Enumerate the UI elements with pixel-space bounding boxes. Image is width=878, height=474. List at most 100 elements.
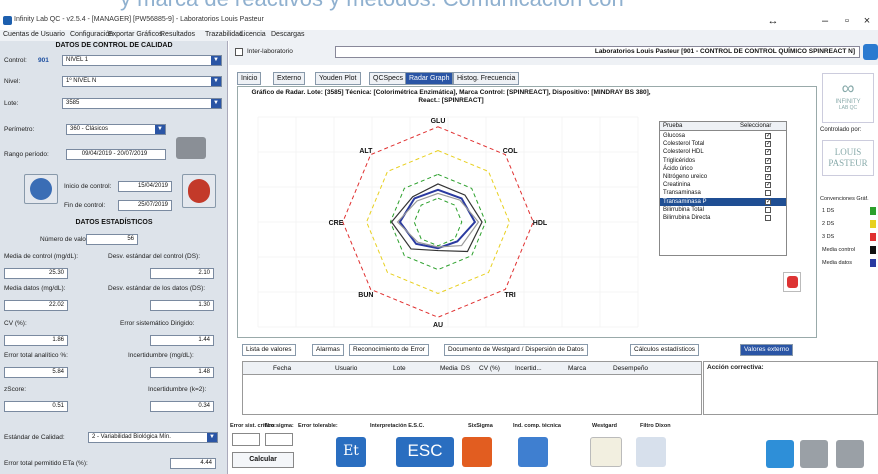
test-name: Nitrógeno ureico <box>663 174 708 180</box>
test-checkbox[interactable]: ✓ <box>765 165 771 172</box>
mean-lab-field: 22.02 <box>4 300 68 311</box>
close-button[interactable]: × <box>858 15 876 27</box>
legend-label: Media datos <box>822 260 852 266</box>
sixsigma-icon[interactable] <box>462 437 492 467</box>
bottom-tab-2[interactable]: Reconocimiento de Error <box>349 344 429 356</box>
test-row[interactable]: Colesterol HDL ✓ <box>660 148 786 156</box>
maximize-button[interactable]: ▫ <box>838 15 856 27</box>
test-row[interactable]: Ácido úrico ✓ <box>660 165 786 173</box>
menu-item[interactable]: Configuración <box>70 31 113 38</box>
test-checkbox[interactable]: ✓ <box>765 149 771 156</box>
test-row[interactable]: Transaminasa P ✓ <box>660 197 786 206</box>
grid-col-header[interactable]: CV (%) <box>479 365 500 372</box>
title-bar: Infinity Lab QC - v2.5.4 - [MANAGER] [PW… <box>0 12 878 30</box>
westgard-icon[interactable] <box>590 437 622 467</box>
pdf-export-button[interactable] <box>783 272 801 292</box>
control-select[interactable]: NIVEL 1 ▼ <box>62 55 222 66</box>
results-grid-body[interactable] <box>242 375 702 415</box>
cv-lab-field: 1.44 <box>150 335 214 346</box>
tab-0[interactable]: Inicio <box>237 72 262 85</box>
quality-standard-select[interactable]: 2 - Variabilidad Biológica Mín. ▼ <box>88 432 218 443</box>
test-checkbox[interactable]: ✓ <box>765 174 771 180</box>
report-icon[interactable] <box>800 440 828 468</box>
test-name: Bilirrubina Total <box>663 206 704 213</box>
calculate-button[interactable]: Calcular <box>232 452 294 468</box>
export-icon[interactable] <box>836 440 864 468</box>
menu-item[interactable]: Licencia <box>240 31 266 38</box>
rango-field[interactable]: 09/04/2019 - 20/07/2019 <box>66 149 166 160</box>
series-line-3 <box>396 192 480 248</box>
cv-label: CV (%): <box>4 320 27 327</box>
esp2-label: Error total permitido ETa (%): <box>4 460 88 467</box>
bottom-tab-3[interactable]: Documento de Westgard / Dispersión de Da… <box>444 344 588 356</box>
nivel-select[interactable]: 1º NIVEL N ▼ <box>62 76 222 87</box>
tab-4[interactable]: Radar Graph <box>405 72 454 85</box>
test-row[interactable]: Transaminasa <box>660 189 786 197</box>
menu-item[interactable]: Cuentas de Usuario <box>3 31 65 38</box>
ind-comp-label: Ind. comp. técnica <box>513 423 561 429</box>
test-row[interactable]: Bilirrubina Total <box>660 206 786 214</box>
grid-col-header[interactable]: DS <box>461 365 470 372</box>
tab-5[interactable]: Histog. Frecuencia <box>453 72 520 85</box>
corrective-action-panel[interactable]: Acción correctiva: <box>703 361 878 415</box>
test-checkbox[interactable] <box>765 215 771 221</box>
menu-item[interactable]: Descargas <box>271 31 304 38</box>
perimetro-select[interactable]: 360 - Clásicos ▼ <box>66 124 166 135</box>
chart-report-button[interactable] <box>182 174 216 208</box>
test-row[interactable]: Triglicéridos ✓ <box>660 157 786 165</box>
test-checkbox[interactable] <box>765 190 771 197</box>
grid-col-header[interactable]: Lote <box>393 365 406 372</box>
grid-col-header[interactable]: Usuario <box>335 365 357 372</box>
filter-icon[interactable] <box>636 437 666 467</box>
err-sist-field[interactable] <box>232 433 260 446</box>
menu-item[interactable]: Exportar Gráficos <box>108 31 162 38</box>
filtro-label: Filtro Dixon <box>640 423 671 429</box>
bottom-tab-5[interactable]: Valores externo <box>740 344 794 356</box>
grid-col-header[interactable]: Fecha <box>273 365 291 372</box>
lote-select[interactable]: 3585 ▼ <box>62 98 222 109</box>
minimize-button[interactable]: – <box>816 15 834 27</box>
sigma-field[interactable] <box>265 433 293 446</box>
axis-label: ALT <box>359 148 373 155</box>
test-row[interactable]: Bilirrubina Directa <box>660 214 786 222</box>
test-checkbox[interactable]: ✓ <box>765 198 771 205</box>
inter-lab-checkbox[interactable] <box>235 48 243 56</box>
test-checkbox[interactable]: ✓ <box>765 133 771 139</box>
clock-button[interactable] <box>24 174 58 204</box>
test-checkbox[interactable]: ✓ <box>765 182 771 189</box>
resize-icon[interactable]: ↔ <box>764 15 782 27</box>
team-icon[interactable] <box>518 437 548 467</box>
menu-item[interactable]: Trazabilidad <box>205 31 243 38</box>
test-row[interactable]: Colesterol Total ✓ <box>660 140 786 148</box>
tab-2[interactable]: Youden Plot <box>315 72 361 85</box>
chevron-down-icon: ▼ <box>207 433 217 442</box>
test-checkbox[interactable]: ✓ <box>765 141 771 148</box>
bottom-tab-4[interactable]: Cálculos estadísticos <box>630 344 700 356</box>
esc-icon-button[interactable]: ESC <box>396 437 454 467</box>
et-icon-button[interactable]: Et <box>336 437 366 467</box>
grid-col-header[interactable]: Incertid... <box>515 365 542 372</box>
test-row[interactable]: Nitrógeno ureico ✓ <box>660 173 786 181</box>
grid-col-header[interactable]: Marca <box>568 365 586 372</box>
calendar-range-icon[interactable] <box>176 137 206 159</box>
inicio-field[interactable]: 15/04/2019 <box>118 181 172 192</box>
stats-header: DATOS ESTADÍSTICOS <box>75 219 153 226</box>
test-checkbox[interactable] <box>765 206 771 213</box>
grid-col-header[interactable]: Desempeño <box>613 365 648 372</box>
menu-item[interactable]: Resultados <box>160 31 195 38</box>
test-row[interactable]: Creatinina ✓ <box>660 181 786 189</box>
tab-3[interactable]: QCSpecs <box>369 72 407 85</box>
legend-label: 3 DS <box>822 234 835 240</box>
test-row[interactable]: Glucosa ✓ <box>660 132 786 140</box>
monitor-icon[interactable] <box>766 440 794 468</box>
bottom-tab-1[interactable]: Alarmas <box>312 344 344 356</box>
bottom-tab-0[interactable]: Lista de valores <box>242 344 296 356</box>
chevron-down-icon: ▼ <box>211 77 221 86</box>
test-checkbox[interactable]: ✓ <box>765 157 771 164</box>
qc-data-header: DATOS DE CONTROL DE CALIDAD <box>55 42 173 49</box>
tab-1[interactable]: Externo <box>273 72 306 85</box>
fin-field[interactable]: 25/07/2019 <box>118 200 172 211</box>
share-icon[interactable] <box>863 44 878 60</box>
grid-col-header[interactable]: Media <box>440 365 458 372</box>
zscore-label: zScore: <box>4 386 27 393</box>
